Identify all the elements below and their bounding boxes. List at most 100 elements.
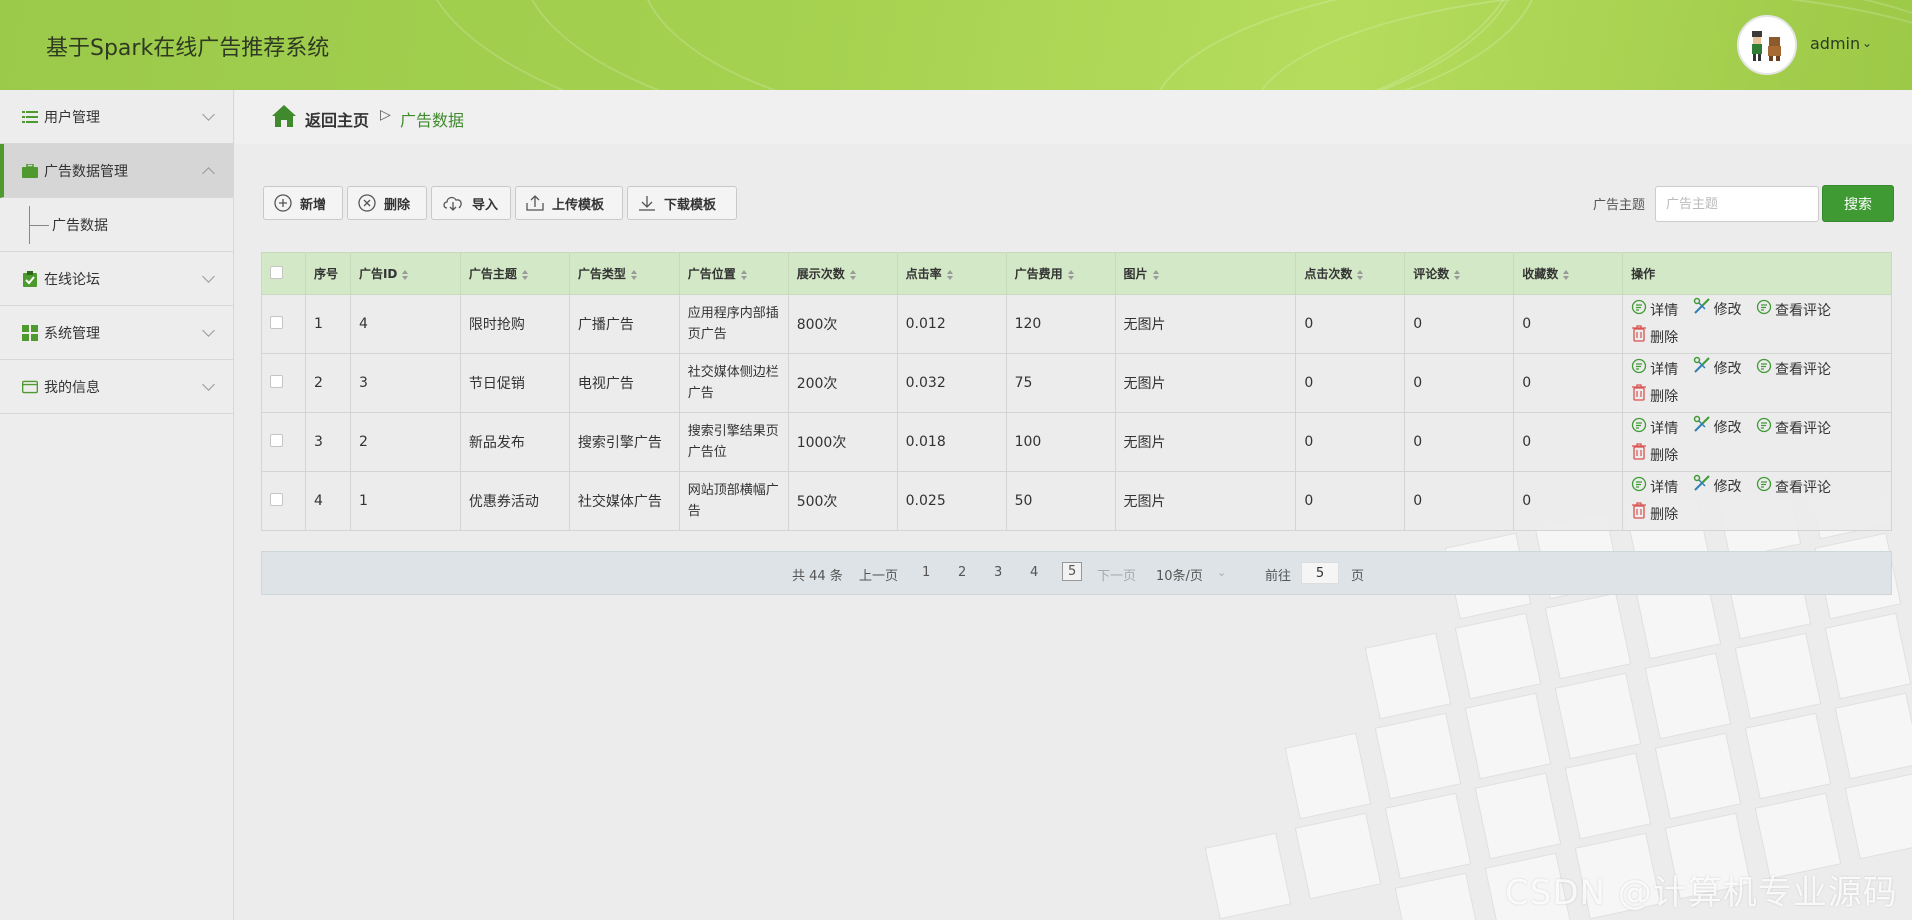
row-select-cell[interactable] — [261, 294, 306, 354]
sort-icon[interactable] — [521, 269, 528, 280]
sidebar-item-online-forum[interactable]: 在线论坛 — [0, 252, 233, 306]
table-row[interactable]: 4 1 优惠券活动 社交媒体广告 网站顶部横幅广告 500次 0.025 50 无图片 0 0 0 详… — [261, 471, 1892, 531]
avatar[interactable] — [1737, 15, 1797, 75]
page-button[interactable]: 3 — [994, 565, 1002, 580]
edit-button[interactable]: 修改 — [1693, 474, 1742, 502]
detail-button[interactable]: 详情 — [1631, 298, 1678, 325]
chevron-down-icon[interactable]: ⌄ — [1862, 36, 1872, 50]
detail-button[interactable]: 详情 — [1631, 357, 1678, 384]
view-comments-button[interactable]: 查看评论 — [1756, 475, 1831, 502]
goto-suffix: 页 — [1351, 569, 1365, 584]
column-header[interactable]: 点击率 — [896, 252, 1007, 295]
row-delete-button[interactable]: 删除 — [1631, 383, 1678, 411]
sidebar-item-user-management[interactable]: 用户管理 — [0, 90, 233, 144]
page-button[interactable]: 4 — [1030, 565, 1038, 580]
edit-button[interactable]: 修改 — [1693, 415, 1742, 443]
row-checkbox[interactable] — [270, 433, 283, 447]
table-row[interactable]: 2 3 节日促销 电视广告 社交媒体侧边栏广告 200次 0.032 75 无图片 0 0 0 详情 … — [261, 353, 1892, 413]
column-header[interactable]: 广告ID — [349, 252, 461, 295]
select-all-checkbox[interactable] — [270, 265, 283, 279]
row-delete-button[interactable]: 删除 — [1631, 324, 1678, 352]
sort-icon[interactable] — [630, 269, 637, 280]
sidebar-item-system-management[interactable]: 系统管理 — [0, 306, 233, 360]
cell-type: 广播广告 — [568, 294, 680, 354]
download-template-button[interactable]: 下载模板 — [627, 186, 737, 220]
next-page-button[interactable]: 下一页 — [1097, 565, 1136, 584]
top-header: 基于Spark在线广告推荐系统 admin ⌄ — [0, 0, 1912, 90]
sort-icon[interactable] — [946, 269, 953, 280]
upload-template-label: 上传模板 — [552, 197, 605, 213]
row-checkbox[interactable] — [270, 492, 283, 506]
page-button[interactable]: 1 — [922, 565, 930, 580]
sidebar-subitem-ad-data[interactable]: 广告数据 — [0, 198, 233, 252]
cell-image: 无图片 — [1114, 471, 1297, 531]
view-comments-button[interactable]: 查看评论 — [1756, 357, 1831, 384]
column-header[interactable]: 点击次数 — [1295, 252, 1406, 295]
sort-icon[interactable] — [740, 269, 747, 280]
detail-icon — [1631, 416, 1650, 443]
sort-icon[interactable] — [1067, 269, 1074, 280]
detail-label: 详情 — [1650, 420, 1679, 437]
row-checkbox[interactable] — [270, 374, 283, 388]
table-row[interactable]: 1 4 限时抢购 广播广告 应用程序内部插页广告 800次 0.012 120 无图片 0 0 0 详… — [261, 294, 1892, 354]
sort-icon[interactable] — [1454, 269, 1461, 280]
column-header[interactable]: 广告位置 — [678, 252, 789, 295]
goto-page-input[interactable] — [1301, 562, 1339, 584]
breadcrumb: 返回主页 ▷ 广告数据 — [235, 90, 1912, 144]
page-button-current[interactable]: 5 — [1062, 562, 1083, 581]
row-select-cell[interactable] — [261, 412, 306, 472]
import-button[interactable]: 导入 — [431, 186, 511, 220]
edit-button[interactable]: 修改 — [1693, 356, 1742, 384]
search-input[interactable] — [1655, 186, 1819, 222]
column-header[interactable]: 广告类型 — [568, 252, 680, 295]
tools-icon — [1693, 415, 1714, 443]
view-comments-button[interactable]: 查看评论 — [1756, 298, 1831, 325]
row-delete-button[interactable]: 删除 — [1631, 501, 1678, 529]
row-select-cell[interactable] — [261, 353, 306, 413]
page-size-select[interactable]: 10条/页 — [1156, 565, 1203, 584]
sidebar-item-my-info[interactable]: 我的信息 — [0, 360, 233, 414]
column-header[interactable]: 收藏数 — [1513, 252, 1624, 295]
sidebar-item-ad-data-management[interactable]: 广告数据管理 — [0, 144, 233, 198]
column-header[interactable]: 评论数 — [1404, 252, 1515, 295]
chevron-down-icon — [202, 324, 215, 337]
column-header[interactable]: 广告主题 — [459, 252, 570, 295]
chevron-down-icon[interactable]: ⌄ — [1217, 566, 1226, 579]
breadcrumb-home-link[interactable]: 返回主页 — [305, 107, 369, 131]
tools-icon — [1693, 474, 1714, 502]
select-all-cell[interactable] — [261, 252, 306, 295]
row-delete-button[interactable]: 删除 — [1631, 442, 1678, 470]
cell-views: 800次 — [787, 294, 898, 354]
sort-icon[interactable] — [402, 269, 409, 280]
row-select-cell[interactable] — [261, 471, 306, 531]
page-button[interactable]: 2 — [958, 565, 966, 580]
delete-button[interactable]: 删除 — [347, 186, 427, 220]
edit-button[interactable]: 修改 — [1693, 297, 1742, 325]
home-icon[interactable] — [271, 104, 297, 132]
cell-index: 2 — [304, 353, 351, 413]
sort-icon[interactable] — [1563, 269, 1570, 280]
view-comments-button[interactable]: 查看评论 — [1756, 416, 1831, 443]
cell-ad_id: 3 — [349, 353, 461, 413]
user-name[interactable]: admin — [1810, 34, 1860, 53]
cell-position: 社交媒体侧边栏广告 — [678, 353, 789, 413]
detail-button[interactable]: 详情 — [1631, 475, 1678, 502]
row-checkbox[interactable] — [270, 315, 283, 329]
prev-page-button[interactable]: 上一页 — [859, 565, 898, 584]
sidebar-item-label: 在线论坛 — [44, 271, 100, 288]
search-button[interactable]: 搜索 — [1822, 185, 1894, 222]
sort-icon[interactable] — [1152, 269, 1159, 280]
edit-label: 修改 — [1713, 361, 1742, 377]
upload-template-button[interactable]: 上传模板 — [515, 186, 623, 220]
column-header[interactable]: 广告费用 — [1005, 252, 1116, 295]
table-row[interactable]: 3 2 新品发布 搜索引擎广告 搜索引擎结果页广告位 1000次 0.018 100 无图片 0 0… — [261, 412, 1892, 472]
cell-position: 搜索引擎结果页广告位 — [678, 412, 789, 472]
detail-button[interactable]: 详情 — [1631, 416, 1678, 443]
add-button[interactable]: 新增 — [263, 186, 343, 220]
cell-favorites: 0 — [1513, 353, 1624, 413]
column-header[interactable]: 图片 — [1114, 252, 1297, 295]
sort-icon[interactable] — [849, 269, 856, 280]
detail-icon — [1631, 357, 1650, 384]
column-header[interactable]: 展示次数 — [787, 252, 898, 295]
sort-icon[interactable] — [1357, 269, 1364, 280]
